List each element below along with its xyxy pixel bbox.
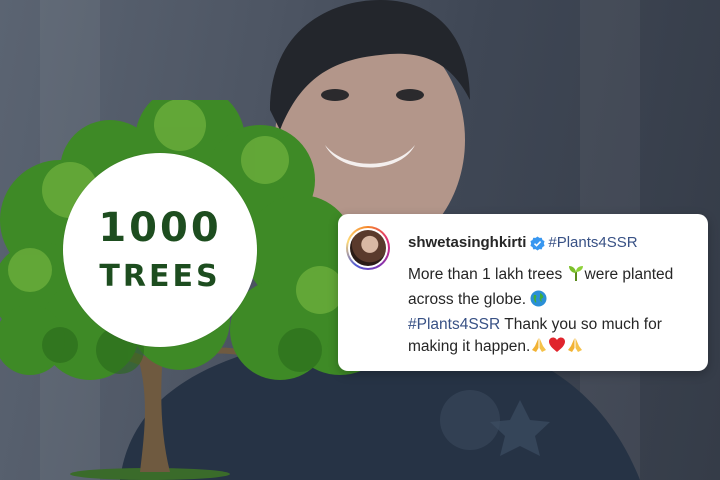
tree-count-label: TREES [99, 259, 221, 294]
caption-hashtag-link[interactable]: #Plants4SSR [408, 316, 500, 333]
caption-text: More than 1 lakh trees [408, 266, 567, 283]
header-hashtag-link[interactable]: #Plants4SSR [548, 234, 637, 252]
post-image: 1000 TREES shwetasinghkirti #Plants4SSR … [0, 0, 720, 480]
tree-count-number: 1000 [98, 205, 222, 251]
tree-count-badge: 1000 TREES [63, 153, 257, 347]
globe-emoji-icon [530, 290, 547, 314]
username-link[interactable]: shwetasinghkirti [408, 234, 526, 252]
post-caption: More than 1 lakh trees were planted acro… [408, 264, 698, 361]
seedling-emoji-icon [567, 264, 585, 289]
avatar-photo [350, 230, 386, 266]
post-header: shwetasinghkirti #Plants4SSR [408, 234, 638, 252]
red-heart-emoji-icon [548, 336, 566, 361]
folded-hands-emoji-icon [566, 336, 584, 361]
folded-hands-emoji-icon [530, 336, 548, 361]
instagram-post-card: shwetasinghkirti #Plants4SSR More than 1… [338, 214, 708, 371]
avatar[interactable] [346, 226, 390, 270]
verified-badge-icon [530, 235, 545, 251]
